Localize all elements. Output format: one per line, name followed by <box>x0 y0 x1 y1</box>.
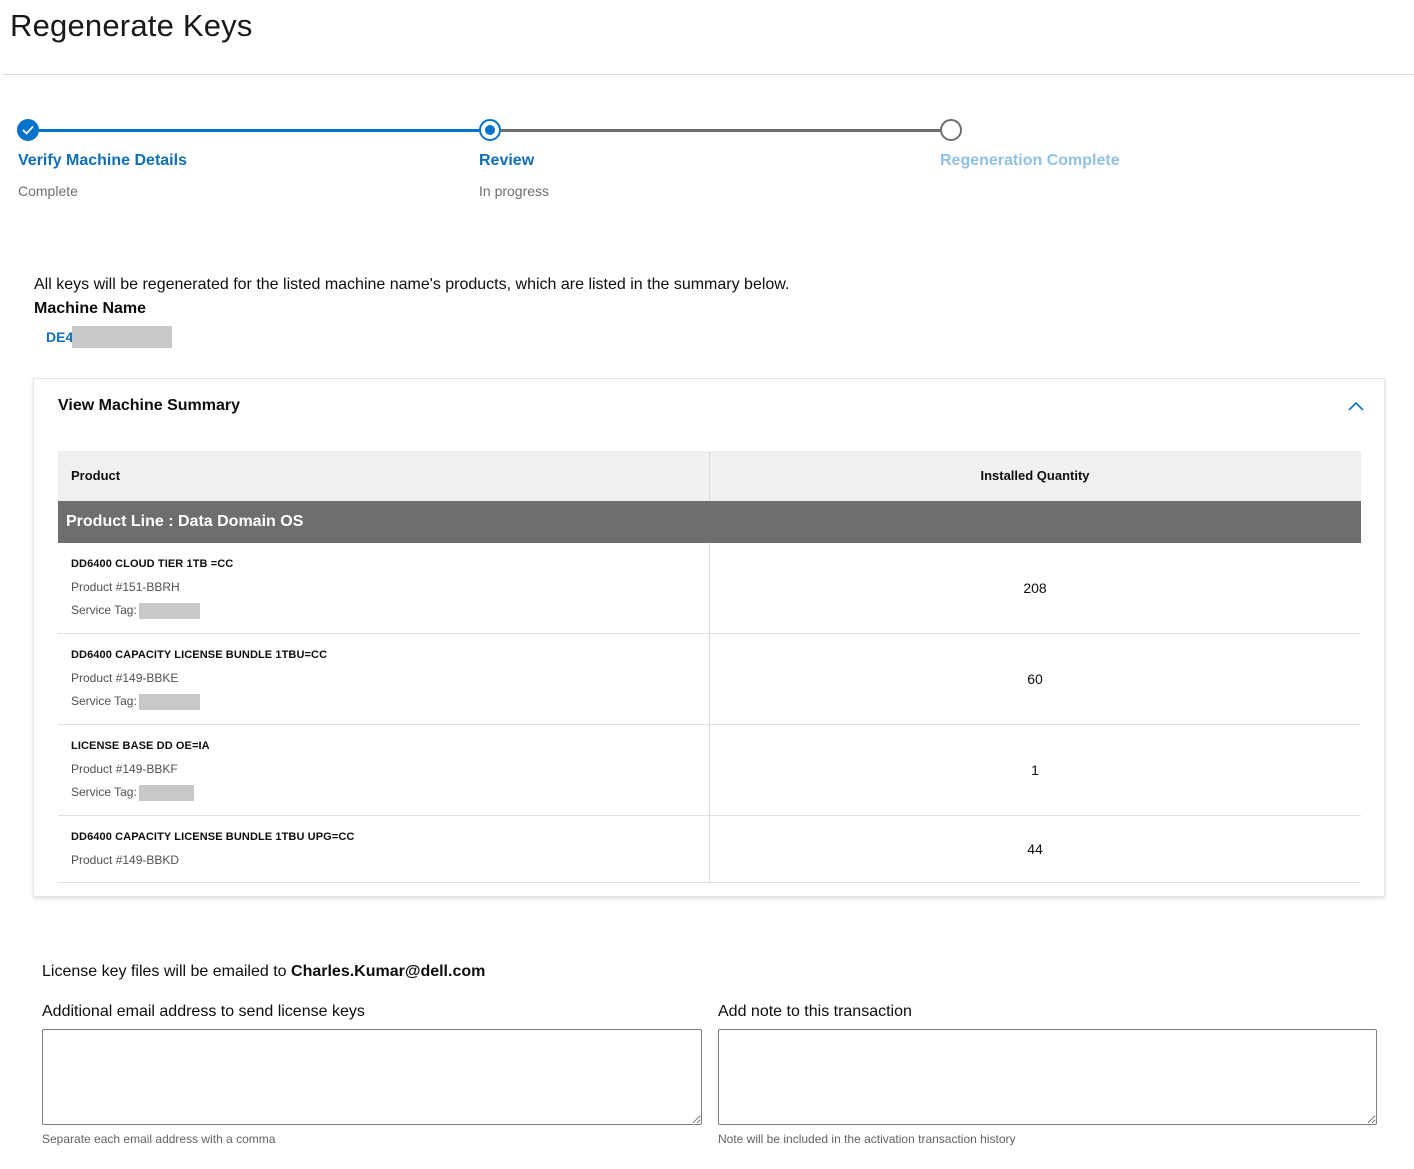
step-label-verify: Verify Machine Details <box>18 152 187 169</box>
step-label-regeneration-complete: Regeneration Complete <box>940 152 1120 169</box>
machine-summary-table: Product Installed Quantity Product Line … <box>58 451 1361 883</box>
table-row: DD6400 CLOUD TIER 1TB =CC Product #151-B… <box>58 543 1361 634</box>
transaction-note-label: Add note to this transaction <box>718 1003 912 1020</box>
transaction-note-input[interactable] <box>718 1029 1377 1125</box>
step-current-indicator-icon <box>479 119 501 141</box>
step-status-review: In progress <box>479 183 550 199</box>
table-header: Product Installed Quantity <box>58 451 1361 501</box>
installed-quantity: 60 <box>1027 671 1043 687</box>
stepper-line-pending <box>500 129 941 132</box>
chevron-up-icon <box>1348 401 1364 411</box>
additional-email-input[interactable] <box>42 1029 702 1125</box>
recipient-email: Charles.Kumar@dell.com <box>291 963 486 980</box>
service-tag-label: Service Tag: <box>71 785 137 800</box>
progress-stepper: Verify Machine Details Complete Review I… <box>0 0 1414 220</box>
machine-summary-card: View Machine Summary Product Installed Q… <box>33 378 1385 897</box>
column-header-product: Product <box>71 468 121 483</box>
email-notice-prefix: License key files will be emailed to <box>42 963 292 980</box>
product-line-group-header: Product Line : Data Domain OS <box>58 501 1361 543</box>
additional-email-label: Additional email address to send license… <box>42 1003 365 1020</box>
stepper-line-complete <box>38 129 480 132</box>
machine-name-redaction <box>72 326 172 348</box>
service-tag-redaction <box>138 603 200 619</box>
table-row: DD6400 CAPACITY LICENSE BUNDLE 1TBU UPG=… <box>58 816 1361 883</box>
table-row: LICENSE BASE DD OE=IA Product #149-BBKF … <box>58 725 1361 816</box>
installed-quantity: 1 <box>1031 762 1039 778</box>
step-status-verify: Complete <box>18 183 78 199</box>
step-pending-indicator-icon <box>940 119 962 141</box>
installed-quantity: 44 <box>1027 841 1043 857</box>
machine-summary-title: View Machine Summary <box>58 397 240 414</box>
intro-text: All keys will be regenerated for the lis… <box>34 276 790 293</box>
installed-quantity: 208 <box>1023 580 1047 596</box>
step-label-review: Review <box>479 152 535 169</box>
transaction-note-helper: Note will be included in the activation … <box>718 1132 1016 1146</box>
step-complete-check-icon <box>17 119 39 141</box>
column-header-installed-quantity: Installed Quantity <box>980 468 1090 483</box>
service-tag-redaction <box>138 785 194 801</box>
service-tag-label: Service Tag: <box>71 694 137 709</box>
service-tag-redaction <box>138 694 200 710</box>
collapse-summary-button[interactable] <box>1344 395 1368 419</box>
machine-name-link[interactable]: DE4 <box>46 329 73 345</box>
email-notice: License key files will be emailed to Cha… <box>42 963 485 981</box>
table-row: DD6400 CAPACITY LICENSE BUNDLE 1TBU=CC P… <box>58 634 1361 725</box>
regenerate-keys-page: Regenerate Keys Verify Machine Details C… <box>0 0 1414 1169</box>
machine-name-label: Machine Name <box>34 300 147 317</box>
additional-email-helper: Separate each email address with a comma <box>42 1132 276 1146</box>
service-tag-label: Service Tag: <box>71 603 137 618</box>
